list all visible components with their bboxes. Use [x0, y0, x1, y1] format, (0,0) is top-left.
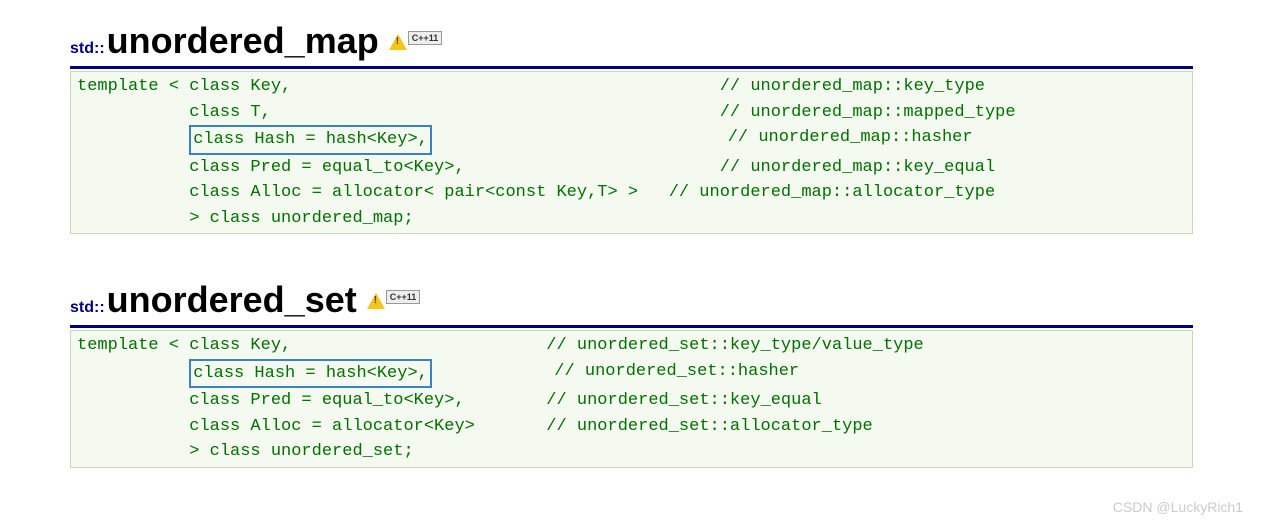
code-prefix: [77, 180, 189, 206]
code-prefix: [77, 155, 189, 181]
heading-map: std:: unordered_map C++11: [70, 20, 1193, 69]
cpp11-badge: C++11: [367, 293, 421, 309]
code-prefix: [77, 388, 189, 414]
code-prefix: [77, 439, 189, 465]
code-prefix: [77, 125, 189, 155]
template-param: class T,: [189, 100, 271, 126]
template-param: class Key,: [189, 74, 291, 100]
code-line: class Hash = hash<Key>, // unordered_map…: [77, 125, 1186, 155]
code-line: class T, // unordered_map::mapped_type: [77, 100, 1186, 126]
code-line: class Alloc = allocator< pair<const Key,…: [77, 180, 1186, 206]
code-comment: // unordered_set::key_type/value_type: [546, 333, 923, 359]
code-comment: // unordered_map::key_equal: [720, 155, 995, 181]
code-prefix: template <: [77, 74, 189, 100]
warning-icon: [389, 34, 407, 50]
template-param: class Pred = equal_to<Key>,: [189, 388, 464, 414]
class-title: unordered_set: [107, 279, 357, 321]
code-line: template < class Key, // unordered_set::…: [77, 333, 1186, 359]
warning-icon: [367, 293, 385, 309]
template-param: class Hash = hash<Key>,: [189, 359, 432, 389]
template-param: class Hash = hash<Key>,: [189, 125, 432, 155]
template-param: class Key,: [189, 333, 291, 359]
code-prefix: template <: [77, 333, 189, 359]
cpp-tag: C++11: [408, 31, 443, 45]
code-comment: // unordered_set::allocator_type: [546, 414, 872, 440]
code-prefix: [77, 359, 189, 389]
code-comment: // unordered_map::allocator_type: [669, 180, 995, 206]
code-comment: // unordered_set::key_equal: [546, 388, 821, 414]
code-prefix: [77, 206, 189, 232]
namespace-prefix: std::: [70, 299, 105, 317]
code-prefix: [77, 100, 189, 126]
code-comment: // unordered_map::key_type: [720, 74, 985, 100]
class-title: unordered_map: [107, 20, 379, 62]
code-comment: // unordered_map::hasher: [728, 125, 973, 155]
cpp-tag: C++11: [386, 290, 421, 304]
code-comment: // unordered_map::mapped_type: [720, 100, 1016, 126]
code-comment: // unordered_set::hasher: [554, 359, 799, 389]
code-line: > class unordered_set;: [77, 439, 1186, 465]
watermark: CSDN @LuckyRich1: [1113, 499, 1243, 515]
template-param: > class unordered_set;: [189, 439, 413, 465]
code-line: template < class Key, // unordered_map::…: [77, 74, 1186, 100]
template-param: class Alloc = allocator<Key>: [189, 414, 475, 440]
codeblock-map: template < class Key, // unordered_map::…: [70, 71, 1193, 234]
code-line: > class unordered_map;: [77, 206, 1186, 232]
cpp11-badge: C++11: [389, 34, 443, 50]
code-line: class Pred = equal_to<Key>, // unordered…: [77, 155, 1186, 181]
heading-set: std:: unordered_set C++11: [70, 279, 1193, 328]
template-param: class Alloc = allocator< pair<const Key,…: [189, 180, 638, 206]
template-param: class Pred = equal_to<Key>,: [189, 155, 464, 181]
code-line: class Hash = hash<Key>, // unordered_set…: [77, 359, 1186, 389]
code-line: class Alloc = allocator<Key> // unordere…: [77, 414, 1186, 440]
section-map: std:: unordered_map C++11 template < cla…: [70, 20, 1193, 234]
section-set: std:: unordered_set C++11 template < cla…: [70, 279, 1193, 468]
code-line: class Pred = equal_to<Key>, // unordered…: [77, 388, 1186, 414]
code-prefix: [77, 414, 189, 440]
template-param: > class unordered_map;: [189, 206, 413, 232]
codeblock-set: template < class Key, // unordered_set::…: [70, 330, 1193, 468]
namespace-prefix: std::: [70, 40, 105, 58]
